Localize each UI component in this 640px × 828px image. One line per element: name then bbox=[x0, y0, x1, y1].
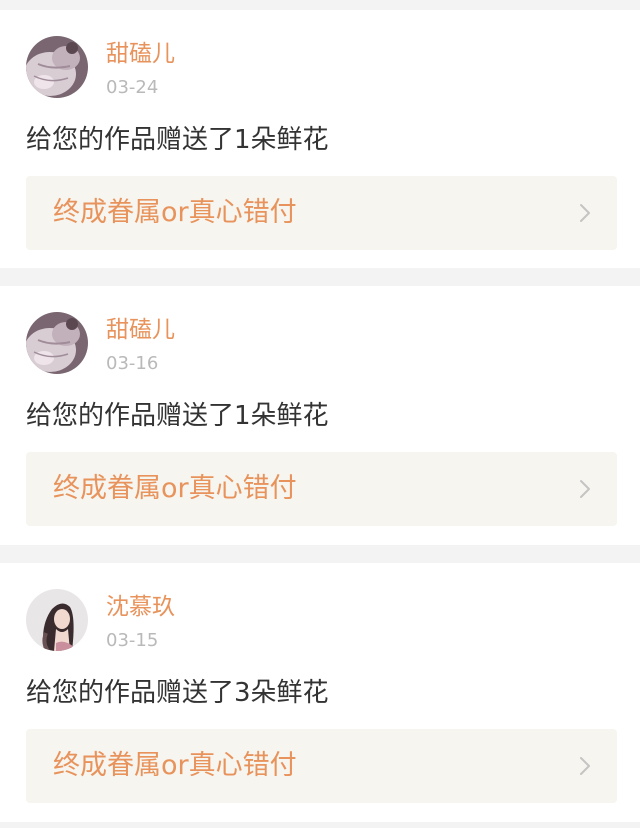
work-link-button[interactable]: 终成眷属or真心错付 bbox=[26, 176, 617, 250]
chevron-right-icon bbox=[579, 479, 591, 499]
user-name[interactable]: 甜磕儿 bbox=[106, 316, 175, 344]
chevron-right-icon bbox=[579, 203, 591, 223]
gift-message: 给您的作品赠送了3朵鲜花 bbox=[26, 678, 329, 708]
gift-message: 给您的作品赠送了1朵鲜花 bbox=[26, 401, 329, 431]
post-date: 03-16 bbox=[106, 353, 159, 374]
post-date: 03-15 bbox=[106, 630, 159, 651]
work-link-button[interactable]: 终成眷属or真心错付 bbox=[26, 452, 617, 526]
post-date: 03-24 bbox=[106, 77, 159, 98]
avatar-plush-toy-icon[interactable] bbox=[26, 312, 88, 374]
gift-notification-card: 甜磕儿 03-24 给您的作品赠送了1朵鲜花 终成眷属or真心错付 bbox=[0, 10, 640, 268]
gift-notification-card: 沈慕玖 03-15 给您的作品赠送了3朵鲜花 终成眷属or真心错付 bbox=[0, 563, 640, 822]
gift-notification-feed: 甜磕儿 03-24 给您的作品赠送了1朵鲜花 终成眷属or真心错付 甜磕儿 03… bbox=[0, 0, 640, 828]
user-name[interactable]: 沈慕玖 bbox=[106, 593, 175, 621]
gift-notification-card: 甜磕儿 03-16 给您的作品赠送了1朵鲜花 终成眷属or真心错付 bbox=[0, 286, 640, 545]
work-title: 终成眷属or真心错付 bbox=[53, 750, 297, 781]
work-title: 终成眷属or真心错付 bbox=[53, 197, 297, 228]
work-link-button[interactable]: 终成眷属or真心错付 bbox=[26, 729, 617, 803]
work-title: 终成眷属or真心错付 bbox=[53, 473, 297, 504]
gift-message: 给您的作品赠送了1朵鲜花 bbox=[26, 125, 329, 155]
avatar-girl-portrait-icon[interactable] bbox=[26, 589, 88, 651]
user-name[interactable]: 甜磕儿 bbox=[106, 40, 175, 68]
chevron-right-icon bbox=[579, 756, 591, 776]
avatar-plush-toy-icon[interactable] bbox=[26, 36, 88, 98]
